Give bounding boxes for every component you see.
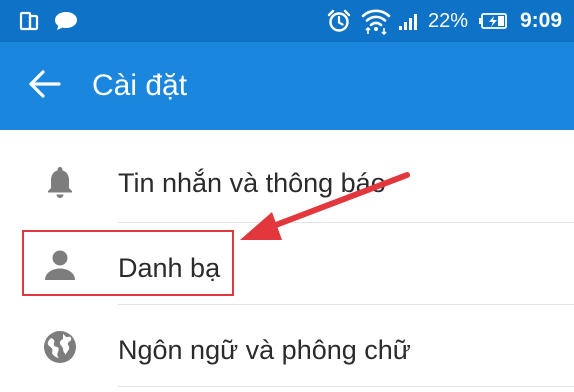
settings-item-language-font[interactable]: Ngôn ngữ và phông chữ — [0, 305, 574, 391]
settings-item-contacts[interactable]: Danh bạ — [0, 223, 574, 309]
settings-item-label: Danh bạ — [118, 253, 221, 283]
clock: 9:09 — [520, 9, 563, 32]
settings-list: Tin nhắn và thông báo Danh bạ Ngôn ngữ v… — [0, 130, 574, 392]
battery-charging-icon — [478, 0, 508, 42]
alarm-icon — [326, 0, 352, 42]
divider — [118, 386, 574, 387]
page-title: Cài đặt — [92, 69, 188, 102]
signal-icon — [398, 0, 422, 42]
settings-item-label: Tin nhắn và thông báo — [118, 168, 386, 198]
status-bar: 22% 9:09 — [0, 0, 574, 42]
chat-bubble-icon — [52, 0, 80, 42]
wifi-icon — [360, 0, 392, 42]
bell-icon — [40, 162, 80, 202]
settings-item-messages-notifications[interactable]: Tin nhắn và thông báo — [0, 138, 574, 224]
back-button[interactable] — [22, 64, 66, 108]
battery-percent: 22% — [428, 9, 469, 32]
sim-card-icon — [18, 0, 40, 42]
globe-icon — [40, 327, 80, 367]
person-icon — [40, 245, 80, 285]
settings-item-label: Ngôn ngữ và phông chữ — [118, 335, 411, 365]
arrow-back-icon — [27, 69, 61, 104]
app-bar: Cài đặt — [0, 42, 574, 130]
